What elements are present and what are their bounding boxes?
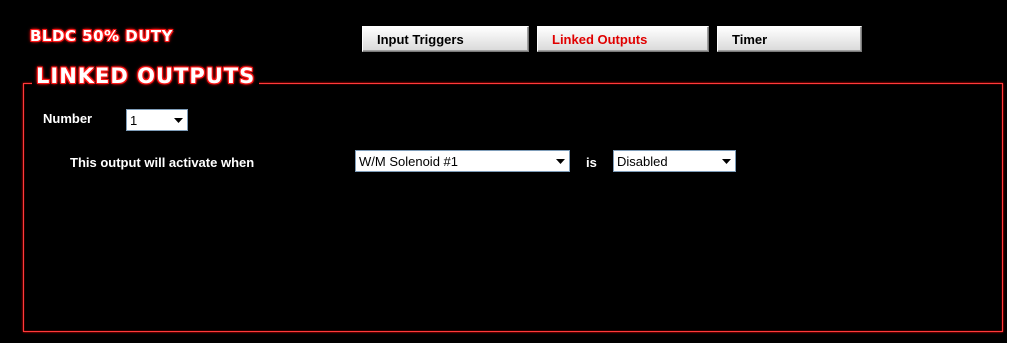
app-title: BLDC 50% DUTY — [30, 27, 174, 45]
is-label: is — [586, 155, 597, 170]
chevron-down-icon[interactable] — [170, 111, 186, 129]
trigger-state-select[interactable]: Disabled — [613, 150, 736, 172]
tab-timer[interactable]: Timer — [717, 26, 862, 52]
number-select-value: 1 — [130, 113, 138, 128]
tab-linked-outputs[interactable]: Linked Outputs — [537, 26, 709, 52]
chevron-down-icon[interactable] — [718, 152, 734, 170]
trigger-state-value: Disabled — [617, 154, 668, 169]
tab-label: Timer — [732, 32, 768, 47]
chevron-down-icon[interactable] — [552, 152, 568, 170]
main-panel: BLDC 50% DUTY Input Triggers Linked Outp… — [0, 0, 1007, 343]
section-title: LINKED OUTPUTS — [32, 64, 260, 88]
activate-label: This output will activate when — [70, 155, 255, 170]
trigger-source-value: W/M Solenoid #1 — [359, 154, 458, 169]
tab-label: Input Triggers — [377, 32, 464, 47]
number-select[interactable]: 1 — [126, 109, 188, 131]
tab-input-triggers[interactable]: Input Triggers — [362, 26, 529, 52]
tab-label: Linked Outputs — [552, 32, 648, 47]
number-label: Number — [43, 111, 93, 126]
trigger-source-select[interactable]: W/M Solenoid #1 — [355, 150, 570, 172]
